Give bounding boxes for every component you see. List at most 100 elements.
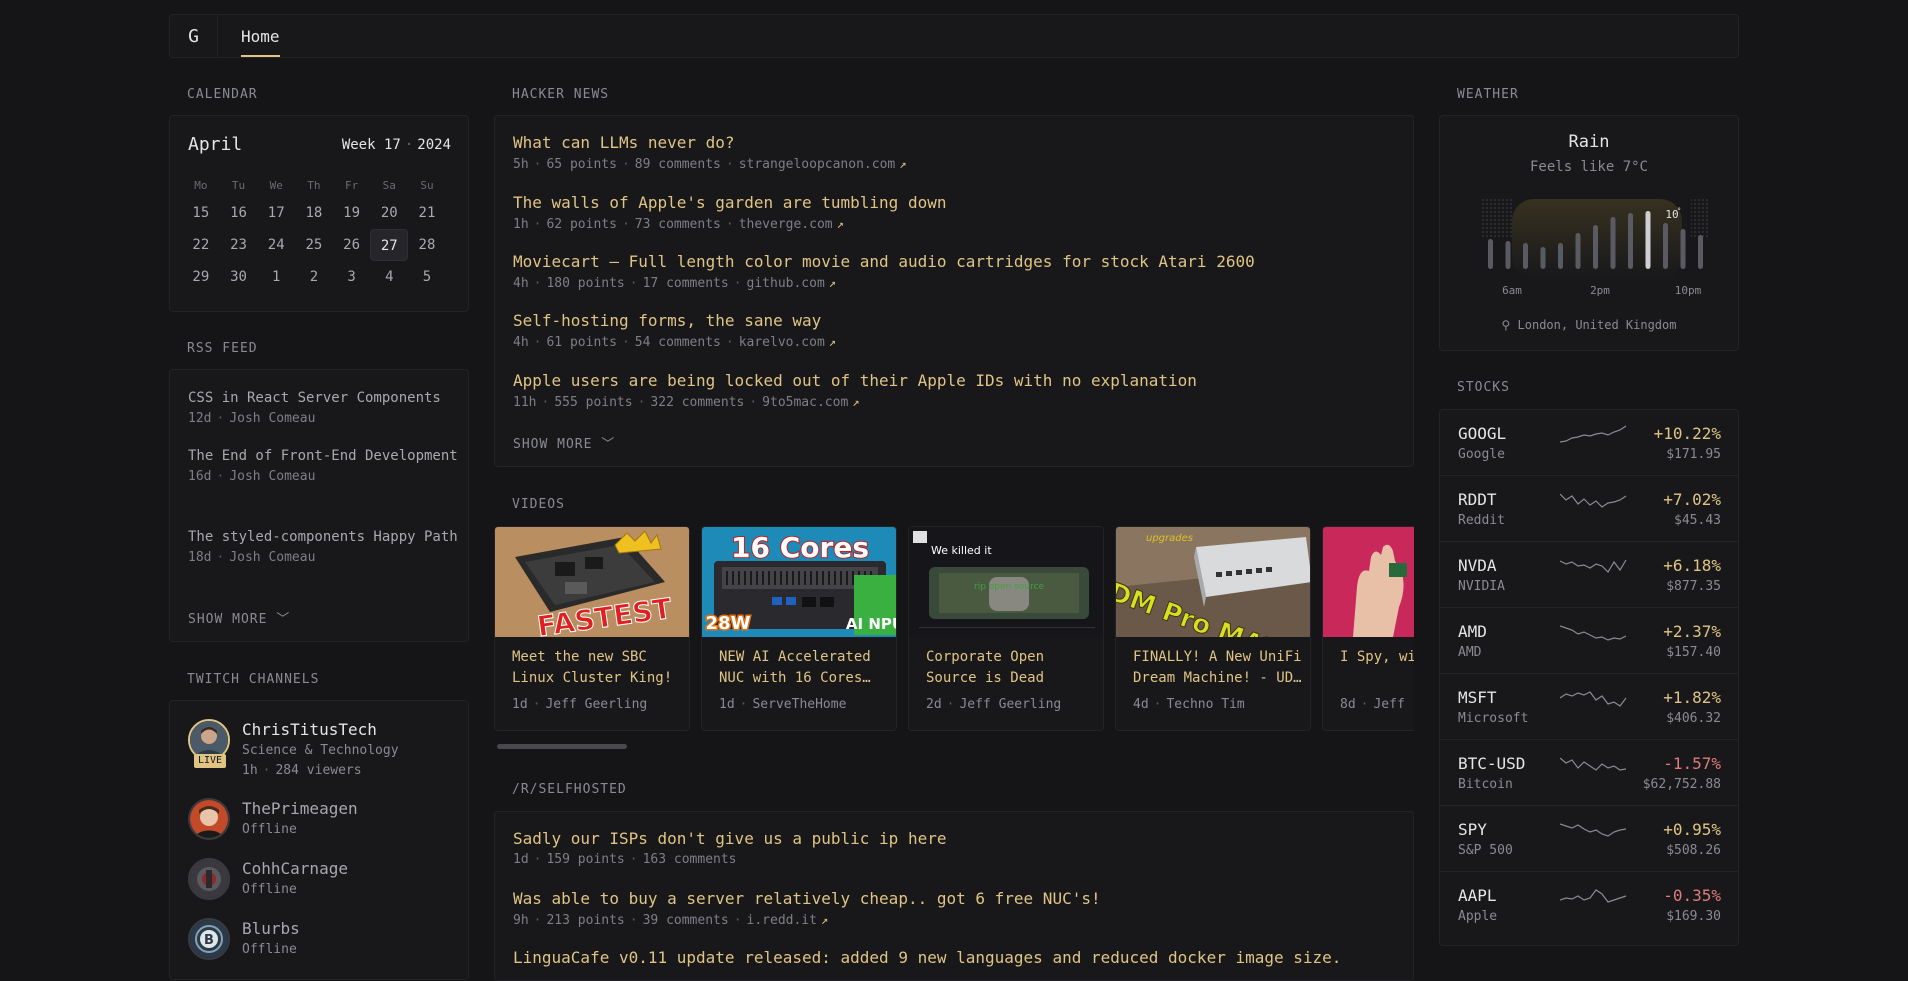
stock-symbol[interactable]: NVDA [1458, 556, 1497, 575]
stock-symbol[interactable]: GOOGL [1458, 424, 1506, 443]
rss-show-more-button[interactable]: SHOW MORE ﹀ [188, 608, 290, 627]
videos-carousel[interactable]: FASTEST Meet the new SBC Linux Cluster K… [494, 526, 1414, 732]
hn-item-age: 11h [513, 395, 537, 410]
hn-item-comments[interactable]: 17 comments [643, 276, 729, 291]
video-card[interactable]: We killed it rip open source Corporate O… [908, 526, 1104, 731]
video-card[interactable]: I Spy, wi Little Pi 8d·Jeff [1322, 526, 1414, 731]
hn-item-title[interactable]: Moviecart – Full length color movie and … [513, 251, 1255, 273]
video-channel[interactable]: Jeff Geerling [959, 697, 1061, 712]
calendar-day: 15 [192, 205, 210, 221]
hn-item[interactable]: Apple users are being locked out of thei… [513, 370, 1197, 413]
stock-row[interactable]: AMD AMD +2.37% $157.40 [1440, 608, 1738, 674]
hn-item-comments[interactable]: 73 comments [635, 217, 721, 232]
nav-tab-home[interactable]: Home [241, 15, 280, 57]
reddit-post-comments[interactable]: 163 comments [643, 852, 737, 867]
hn-item-domain[interactable]: strangeloopcanon.com [739, 157, 896, 172]
stock-row[interactable]: RDDT Reddit +7.02% $45.43 [1440, 476, 1738, 542]
stock-sparkline [1560, 425, 1627, 443]
hn-item-domain[interactable]: theverge.com [739, 217, 833, 232]
rss-item-title[interactable]: The styled-components Happy Path [188, 526, 458, 548]
stock-row[interactable]: AAPL Apple -0.35% $169.30 [1440, 872, 1738, 938]
video-age: 1d [512, 697, 528, 712]
hn-item-comments[interactable]: 54 comments [635, 335, 721, 350]
rss-item[interactable]: The End of Front-End Development 16d · Jos… [188, 445, 458, 487]
videos-scrollbar[interactable] [497, 744, 627, 749]
hn-item[interactable]: The walls of Apple's garden are tumbling… [513, 192, 946, 235]
stock-row[interactable]: NVDA NVIDIA +6.18% $877.35 [1440, 542, 1738, 608]
hn-item-domain[interactable]: karelvo.com [739, 335, 825, 350]
hn-item-title[interactable]: Self-hosting forms, the sane way [513, 310, 836, 332]
video-thumbnail[interactable]: FASTEST [495, 527, 689, 637]
video-thumbnail[interactable]: 16 Cores 28W AI NPU [702, 527, 896, 637]
stock-symbol[interactable]: AMD [1458, 622, 1487, 641]
video-channel[interactable]: Techno Tim [1166, 697, 1244, 712]
reddit-post-title[interactable]: LinguaCafe v0.11 update released: added … [513, 947, 1341, 969]
video-thumbnail[interactable]: upgrades UDM Pro MAX [1116, 527, 1310, 637]
video-thumbnail[interactable]: We killed it rip open source [909, 527, 1103, 637]
hn-item-domain[interactable]: github.com [747, 276, 825, 291]
twitch-channel[interactable]: CohhCarnage Offline [188, 858, 348, 900]
stock-row[interactable]: SPY S&P 500 +0.95% $508.26 [1440, 806, 1738, 872]
stock-symbol[interactable]: SPY [1458, 820, 1487, 839]
video-card[interactable]: upgrades UDM Pro MAX FINALLY! A New UniF… [1115, 526, 1311, 731]
video-title[interactable]: Meet the new SBC Linux Cluster King! [512, 647, 682, 689]
twitch-channel[interactable]: B Blurbs Offline [188, 918, 300, 960]
stock-price: $62,752.88 [1642, 777, 1721, 792]
twitch-channel-name[interactable]: CohhCarnage [242, 858, 348, 880]
video-channel[interactable]: ServeTheHome [752, 697, 846, 712]
stock-symbol[interactable]: RDDT [1458, 490, 1497, 509]
thumbnail-text: 16 Cores [731, 531, 869, 564]
reddit-post-title[interactable]: Sadly our ISPs don't give us a public ip… [513, 828, 946, 850]
reddit-post[interactable]: Was able to buy a server relatively chea… [513, 888, 1101, 931]
stock-price: $169.30 [1666, 909, 1721, 924]
hn-item[interactable]: What can LLMs never do? 5h · 65 points · 89 … [513, 132, 906, 175]
stock-symbol[interactable]: MSFT [1458, 688, 1497, 707]
reddit-post-title[interactable]: Was able to buy a server relatively chea… [513, 888, 1101, 910]
stock-row[interactable]: BTC-USD Bitcoin -1.57% $62,752.88 [1440, 740, 1738, 806]
video-card[interactable]: FASTEST Meet the new SBC Linux Cluster K… [494, 526, 690, 731]
stock-row[interactable]: GOOGL Google +10.22% $171.95 [1440, 410, 1738, 476]
hn-item-title[interactable]: The walls of Apple's garden are tumbling… [513, 192, 946, 214]
calendar-day: 16 [230, 205, 247, 221]
video-title[interactable]: FINALLY! A New UniFi Dream Machine! - UD… [1133, 647, 1303, 689]
reddit-post[interactable]: LinguaCafe v0.11 update released: added … [513, 947, 1341, 969]
hn-item-comments[interactable]: 322 comments [650, 395, 744, 410]
hn-item-comments[interactable]: 89 comments [635, 157, 721, 172]
calendar-year: 2024 [417, 137, 451, 153]
hn-item-title[interactable]: Apple users are being locked out of thei… [513, 370, 1197, 392]
stock-price: $45.43 [1674, 513, 1721, 528]
stock-name: Google [1458, 447, 1505, 462]
video-title[interactable]: I Spy, wi Little Pi [1340, 647, 1414, 668]
video-title[interactable]: Corporate Open Source is Dead [926, 647, 1096, 689]
avatar: B [188, 918, 230, 960]
twitch-channel-name[interactable]: Blurbs [242, 918, 300, 940]
twitch-channel-name[interactable]: ThePrimeagen [242, 798, 358, 820]
video-thumbnail[interactable] [1323, 527, 1414, 637]
reddit-post[interactable]: Sadly our ISPs don't give us a public ip… [513, 828, 946, 870]
rss-item-title[interactable]: CSS in React Server Components [188, 387, 458, 409]
hn-item[interactable]: Self-hosting forms, the sane way 4h · 61 p… [513, 310, 836, 353]
hn-show-more-button[interactable]: SHOW MORE ﹀ [513, 433, 615, 452]
video-channel[interactable]: Jeff [1373, 697, 1404, 712]
video-card[interactable]: 16 Cores 28W AI NPU NEW AI Accelerated N… [701, 526, 897, 731]
video-title[interactable]: NEW AI Accelerated NUC with 16 Cores… [719, 647, 889, 689]
twitch-channel[interactable]: ThePrimeagen Offline [188, 798, 358, 840]
stock-symbol[interactable]: BTC-USD [1458, 754, 1525, 773]
rss-item[interactable]: The styled-components Happy Path 18d · Jos… [188, 526, 458, 568]
reddit-post-domain[interactable]: i.redd.it [747, 913, 817, 928]
rss-item-age: 16d [188, 469, 212, 484]
logo[interactable]: G [170, 15, 218, 57]
hn-item[interactable]: Moviecart – Full length color movie and … [513, 251, 1255, 294]
reddit-post-comments[interactable]: 39 comments [643, 913, 729, 928]
video-meta: 2d · Jeff Geerling [926, 697, 1062, 712]
rss-item[interactable]: CSS in React Server Components 12d · Josh … [188, 387, 458, 429]
selfhosted-card: Sadly our ISPs don't give us a public ip… [494, 811, 1414, 981]
stock-row[interactable]: MSFT Microsoft +1.82% $406.32 [1440, 674, 1738, 740]
hn-item-domain[interactable]: 9to5mac.com [762, 395, 848, 410]
hn-item-title[interactable]: What can LLMs never do? [513, 132, 906, 154]
twitch-channel[interactable]: LIVE ChrisTitusTech Science & Technology… [188, 719, 399, 781]
video-channel[interactable]: Jeff Geerling [545, 697, 647, 712]
stock-symbol[interactable]: AAPL [1458, 886, 1497, 905]
twitch-channel-name[interactable]: ChrisTitusTech [242, 719, 399, 741]
rss-item-title[interactable]: The End of Front-End Development [188, 445, 458, 467]
